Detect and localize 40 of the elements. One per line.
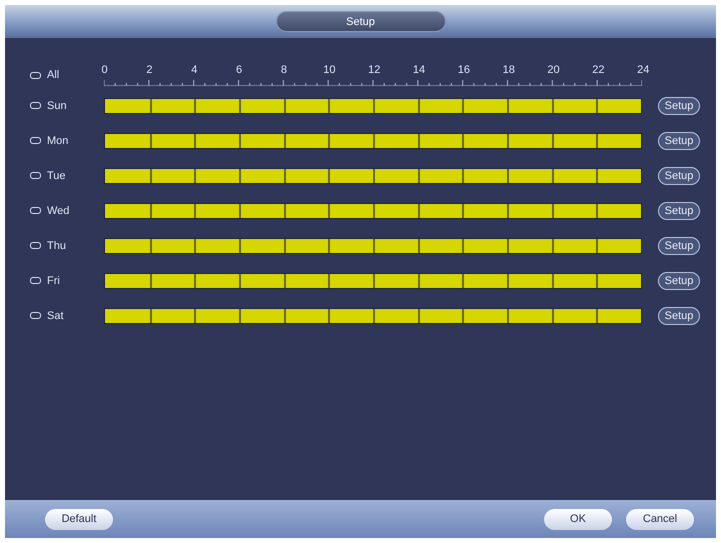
- hour-label: 12: [368, 64, 380, 76]
- cancel-button[interactable]: Cancel: [626, 508, 694, 530]
- hour-label: 6: [236, 64, 242, 76]
- day-label: Sat: [47, 310, 64, 322]
- hour-label: 10: [323, 64, 336, 76]
- hour-label: 4: [191, 64, 198, 76]
- setup-button[interactable]: Setup: [658, 236, 700, 254]
- default-button[interactable]: Default: [45, 508, 113, 530]
- ok-button[interactable]: OK: [544, 508, 612, 530]
- hour-label: 8: [280, 64, 287, 76]
- checkbox[interactable]: [30, 207, 41, 214]
- setup-button[interactable]: Setup: [658, 96, 700, 114]
- checkbox[interactable]: [30, 242, 41, 249]
- all-label: All: [47, 69, 60, 81]
- hour-label: 2: [146, 64, 152, 76]
- setup-button[interactable]: Setup: [658, 306, 700, 324]
- hour-label: 20: [547, 64, 560, 76]
- checkbox[interactable]: [30, 277, 41, 284]
- hour-label: 0: [102, 64, 108, 76]
- day-label: Thu: [47, 240, 66, 252]
- hour-label: 14: [412, 64, 426, 76]
- checkbox[interactable]: [30, 72, 41, 78]
- setup-button[interactable]: Setup: [658, 272, 700, 290]
- day-label: Mon: [47, 134, 68, 146]
- day-label: Wed: [47, 204, 70, 216]
- checkbox[interactable]: [30, 137, 41, 144]
- hour-label: 22: [592, 64, 604, 76]
- day-label: Fri: [47, 274, 60, 286]
- setup-button[interactable]: Setup: [658, 132, 700, 150]
- checkbox[interactable]: [30, 312, 41, 319]
- setup-button[interactable]: Setup: [658, 166, 700, 184]
- window-title: Setup: [276, 11, 446, 32]
- hour-label: 18: [502, 64, 515, 76]
- day-label: Tue: [47, 170, 66, 182]
- day-label: Sun: [47, 100, 67, 112]
- checkbox[interactable]: [30, 172, 41, 179]
- hour-label: 16: [458, 64, 470, 76]
- checkbox[interactable]: [30, 102, 41, 109]
- hour-label: 24: [637, 64, 650, 76]
- setup-button[interactable]: Setup: [658, 202, 700, 220]
